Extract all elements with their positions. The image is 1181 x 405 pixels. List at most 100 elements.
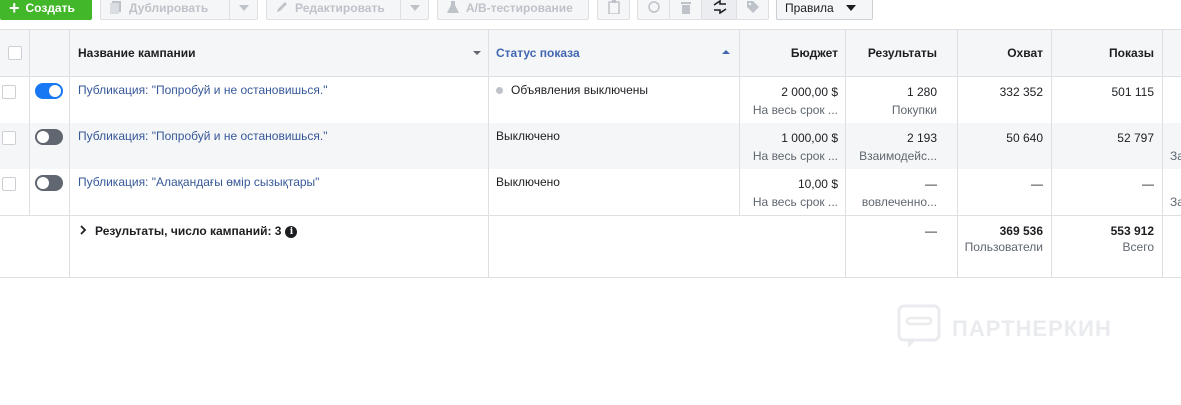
- cost-per-result-truncated: За: [1170, 149, 1181, 163]
- row-checkbox[interactable]: [2, 85, 16, 99]
- results-type: Покупки: [891, 103, 937, 117]
- column-divider: [69, 29, 70, 278]
- budget-value: 2 000,00 $: [781, 85, 838, 99]
- campaign-toggle[interactable]: [35, 129, 63, 145]
- header-impressions[interactable]: Показы: [1052, 29, 1154, 76]
- header-delivery-status-label: Статус показа: [496, 45, 580, 60]
- summary-results: —: [925, 224, 937, 238]
- header-budget[interactable]: Бюджет: [740, 29, 838, 76]
- table-row[interactable]: Публикация: "Попробуй и не остановишься.…: [0, 77, 1181, 123]
- campaign-name-link[interactable]: Публикация: "Попробуй и не остановишься.…: [78, 129, 328, 143]
- impressions-value: 52 797: [1117, 131, 1154, 145]
- impressions-value: —: [1142, 177, 1154, 191]
- results-value: 1 280: [906, 85, 937, 99]
- ab-test-button-label: A/B-тестирование: [466, 1, 573, 15]
- summary-impressions-label: Всего: [1122, 240, 1154, 254]
- row-checkbox[interactable]: [2, 131, 16, 145]
- header-campaign-name[interactable]: Название кампании: [78, 29, 483, 76]
- header-impressions-label: Показы: [1109, 45, 1154, 60]
- header-reach[interactable]: Охват: [958, 29, 1043, 76]
- chevron-down-icon: [845, 5, 856, 11]
- toolbar: + Создать Дублировать Редактировать A/B-…: [0, 0, 1181, 22]
- summary-expander[interactable]: Результаты, число кампаний: 3i: [80, 224, 298, 238]
- impressions-value: 501 115: [1111, 85, 1155, 99]
- swap-arrows-icon: [712, 0, 728, 17]
- delivery-status-text: Выключено: [496, 129, 560, 143]
- budget-period: На весь срок ...: [752, 103, 838, 117]
- column-divider: [1051, 29, 1052, 278]
- ab-test-button[interactable]: A/B-тестирование: [437, 0, 589, 20]
- campaign-toggle[interactable]: [35, 175, 63, 191]
- header-delivery-status[interactable]: Статус показа: [496, 29, 732, 76]
- edit-dropdown-icon[interactable]: [400, 0, 428, 19]
- campaign-name-link[interactable]: Публикация: "Алақандағы өмір сызықтары": [78, 175, 319, 189]
- sort-desc-icon: [473, 51, 481, 55]
- duplicate-dropdown-icon[interactable]: [229, 0, 257, 19]
- reach-value: 50 640: [1006, 131, 1043, 145]
- results-value: 2 193: [906, 131, 937, 145]
- divider: [0, 277, 1181, 278]
- header-budget-label: Бюджет: [790, 45, 838, 60]
- edit-button[interactable]: Редактировать: [266, 0, 429, 20]
- delete-button[interactable]: [669, 0, 702, 20]
- create-button[interactable]: + Создать: [0, 0, 92, 20]
- column-divider: [957, 29, 958, 278]
- flask-icon: [446, 0, 460, 17]
- select-all-checkbox[interactable]: [7, 45, 22, 60]
- tag-icon: [746, 0, 760, 17]
- budget-value: 10,00 $: [797, 177, 838, 191]
- campaign-name-link[interactable]: Публикация: "Попробуй и не остановишься.…: [78, 83, 328, 97]
- compare-button[interactable]: [701, 0, 737, 20]
- column-divider: [739, 29, 740, 216]
- reach-value: —: [1031, 177, 1043, 191]
- rules-button-label: Правила: [785, 1, 834, 15]
- duplicate-button-label: Дублировать: [129, 1, 209, 15]
- header-reach-label: Охват: [1007, 45, 1043, 60]
- row-checkbox[interactable]: [2, 177, 16, 191]
- clipboard-icon: [607, 0, 620, 17]
- delivery-status-text: Выключено: [496, 175, 560, 189]
- watermark-logo-icon: [896, 303, 942, 355]
- summary-label: Результаты, число кампаний: 3: [95, 224, 282, 238]
- info-icon[interactable]: i: [285, 225, 298, 238]
- delivery-status: Объявления выключены: [496, 83, 648, 97]
- create-button-label: Создать: [25, 1, 75, 15]
- pencil-icon: [275, 0, 289, 17]
- duplicate-button[interactable]: Дублировать: [100, 0, 258, 20]
- watermark-text: ПАРТНЕРКИН: [952, 316, 1112, 341]
- reach-value: 332 352: [999, 85, 1043, 99]
- edit-button-label: Редактировать: [295, 1, 385, 15]
- header-results[interactable]: Результаты: [846, 29, 937, 76]
- trash-icon: [680, 0, 692, 17]
- tag-button[interactable]: [736, 0, 769, 20]
- plus-icon: +: [9, 0, 20, 18]
- column-divider: [29, 29, 30, 216]
- summary-reach-label: Пользователи: [964, 240, 1043, 254]
- sort-asc-icon: [722, 50, 730, 54]
- budget-value: 1 000,00 $: [781, 131, 838, 145]
- summary-impressions: 553 912: [1110, 224, 1154, 238]
- results-type: Взаимодейс...: [859, 149, 937, 163]
- chevron-right-icon: [80, 224, 87, 238]
- results-value: —: [925, 177, 937, 191]
- copy-icon: [109, 0, 123, 17]
- results-type: вовлеченно...: [861, 195, 937, 209]
- header-results-label: Результаты: [867, 45, 937, 60]
- budget-period: На весь срок ...: [752, 149, 838, 163]
- rules-button[interactable]: Правила: [776, 0, 873, 20]
- column-divider: [488, 29, 489, 278]
- delivery-status-text: Объявления выключены: [511, 83, 649, 97]
- header-campaign-name-label: Название кампании: [78, 45, 196, 60]
- summary-reach: 369 536: [999, 224, 1043, 238]
- header-select-all: [0, 29, 29, 76]
- cost-per-result-truncated: За: [1170, 195, 1181, 209]
- status-dot-icon: [496, 87, 503, 95]
- table-row[interactable]: Публикация: "Попробуй и не остановишься.…: [0, 123, 1181, 169]
- refresh-button[interactable]: [637, 0, 670, 20]
- summary-row: Результаты, число кампаний: 3i — 369 536…: [0, 216, 1181, 277]
- campaign-toggle[interactable]: [35, 83, 63, 99]
- column-divider: [1162, 29, 1163, 278]
- clipboard-button[interactable]: [597, 0, 630, 20]
- table-row[interactable]: Публикация: "Алақандағы өмір сызықтары" …: [0, 169, 1181, 215]
- budget-period: На весь срок ...: [752, 195, 838, 209]
